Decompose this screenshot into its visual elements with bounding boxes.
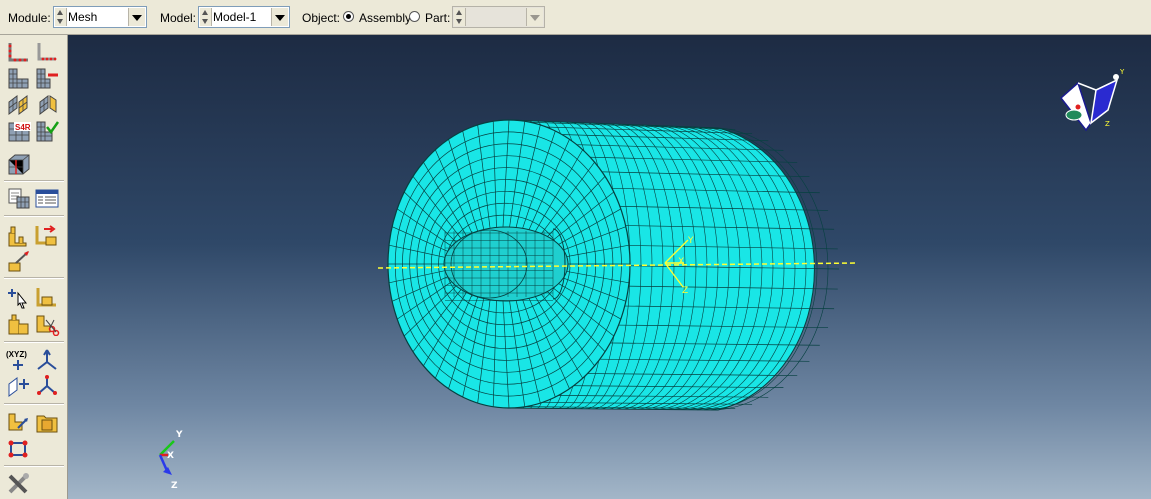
element-create-icon xyxy=(8,314,29,335)
partition-cell-icon xyxy=(8,154,30,175)
chevron-down-icon[interactable] xyxy=(526,8,543,26)
edit-mesh-icon xyxy=(8,226,27,247)
verify-mesh-icon xyxy=(36,121,60,142)
virtual-topology-icon xyxy=(8,440,28,458)
seed-edges-icon xyxy=(37,43,57,61)
module-spin-icon[interactable] xyxy=(55,8,67,26)
datum-csys-icon xyxy=(37,375,57,395)
create-node-button[interactable] xyxy=(6,285,32,309)
csys-z-label: Z xyxy=(682,286,688,296)
mesh-part-button[interactable] xyxy=(6,66,32,90)
datum-point-xyz-icon: (XYZ) xyxy=(6,350,27,370)
model-combo[interactable]: Model-1 xyxy=(198,6,290,28)
context-bar: Module: Mesh Model: Model-1 Object: Asse… xyxy=(0,0,1151,35)
verify-mesh-button[interactable] xyxy=(34,119,60,143)
chevron-down-icon[interactable] xyxy=(271,8,288,26)
create-datum-axis-button[interactable] xyxy=(34,348,60,372)
associate-mesh-button[interactable] xyxy=(34,223,60,247)
adaptive-remeshing-button[interactable] xyxy=(6,249,32,273)
query-button[interactable] xyxy=(34,186,60,210)
create-datum-point-button[interactable]: (XYZ) xyxy=(5,348,31,372)
triad-x-label: X xyxy=(167,451,174,461)
chevron-down-icon[interactable] xyxy=(128,8,145,26)
part-label: Part: xyxy=(425,11,451,25)
module-label: Module: xyxy=(8,11,51,25)
triad-z-label: Z xyxy=(171,481,178,491)
mesh-controls-icon xyxy=(8,95,28,115)
model-label: Model: xyxy=(160,11,197,25)
scissors-icon xyxy=(36,315,60,337)
mesh-region-button[interactable] xyxy=(34,66,60,90)
element-type-icon xyxy=(39,95,57,115)
seed-part-button[interactable] xyxy=(6,40,32,64)
viewport[interactable]: Y X Z Y X Z Y Z xyxy=(68,35,1151,499)
csys-x-label: X xyxy=(678,257,684,267)
cube-y-label: Y xyxy=(1119,68,1125,76)
display-groups-button[interactable] xyxy=(6,410,32,434)
datum-plane-icon xyxy=(8,377,29,397)
part-combo[interactable] xyxy=(452,6,545,28)
partition-view-button[interactable] xyxy=(34,410,60,434)
element-type-s4r-icon: S4R xyxy=(8,122,31,142)
seed-part-icon xyxy=(8,43,28,62)
node-select-icon xyxy=(8,289,28,309)
create-mesh-part-button[interactable] xyxy=(6,186,32,210)
node-edit-icon xyxy=(36,288,56,307)
mesh-stats-icon xyxy=(35,189,59,208)
cube-z-label: Z xyxy=(1105,120,1110,128)
tools-icon xyxy=(8,473,29,494)
mesh-part-icon xyxy=(8,68,29,89)
virtual-topology-button[interactable] xyxy=(6,437,32,461)
display-group-icon xyxy=(8,413,28,431)
module-combo[interactable]: Mesh xyxy=(53,6,147,28)
datum-axis-icon xyxy=(37,349,57,370)
part-radio[interactable] xyxy=(409,11,420,22)
remesh-brush-icon xyxy=(8,251,29,272)
object-label: Object: xyxy=(302,11,341,25)
edit-node-button[interactable] xyxy=(34,285,60,309)
view-orientation-cube[interactable]: Y Z xyxy=(1059,68,1125,132)
element-type-button[interactable] xyxy=(34,92,60,116)
module-value: Mesh xyxy=(68,10,98,24)
partition-cell-button[interactable] xyxy=(6,152,32,176)
orientation-triad: Y X Z xyxy=(158,430,183,491)
mesh-region-icon xyxy=(36,68,58,89)
edit-mesh-button[interactable] xyxy=(6,223,32,247)
s4r-text: S4R xyxy=(15,123,31,132)
mesh-toolbox: S4R (XYZ) xyxy=(0,35,68,499)
model-value: Model-1 xyxy=(213,10,257,24)
tools-button[interactable] xyxy=(6,472,32,496)
csys-y-label: Y xyxy=(687,236,694,246)
part-spin-icon[interactable] xyxy=(454,8,466,26)
assembly-label: Assembly xyxy=(359,11,412,25)
seed-edges-button[interactable] xyxy=(34,40,60,64)
create-datum-plane-button[interactable] xyxy=(5,374,31,398)
bore-opening xyxy=(443,226,569,302)
associate-mesh-icon xyxy=(35,225,57,246)
create-datum-csys-button[interactable] xyxy=(34,374,60,398)
split-element-button[interactable] xyxy=(34,312,60,337)
xyz-text: (XYZ) xyxy=(6,350,27,359)
model-scene[interactable]: Y X Z Y X Z Y Z xyxy=(68,35,1151,499)
assembly-radio[interactable] xyxy=(343,11,354,22)
assign-element-type-button[interactable]: S4R xyxy=(6,119,32,143)
triad-y-label: Y xyxy=(175,430,183,440)
mesh-part-copy-icon xyxy=(8,188,30,209)
folder-part-icon xyxy=(36,415,58,433)
mesh-controls-button[interactable] xyxy=(6,92,32,116)
create-element-button[interactable] xyxy=(6,312,32,336)
model-spin-icon[interactable] xyxy=(200,8,212,26)
